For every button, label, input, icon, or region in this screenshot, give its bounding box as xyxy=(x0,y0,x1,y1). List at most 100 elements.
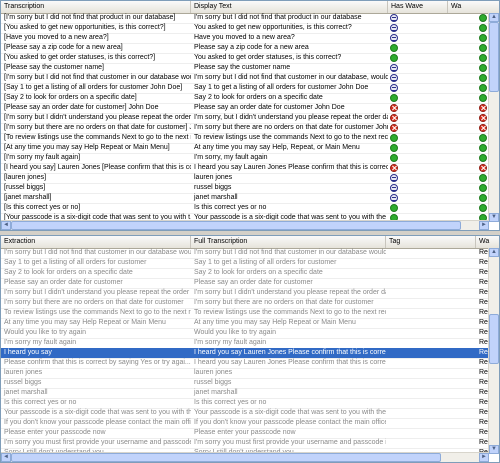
wave-ok-icon[interactable] xyxy=(390,204,398,212)
display-text-cell[interactable]: Say 1 to get a listing of all orders for… xyxy=(191,83,388,93)
display-text-cell[interactable]: Say 2 to look for orders on a specific d… xyxy=(191,93,388,103)
horizontal-scrollbar[interactable]: ◄ ► xyxy=(1,452,489,462)
tag-cell[interactable] xyxy=(386,418,476,428)
tag-cell[interactable] xyxy=(386,268,476,278)
transcription-cell[interactable]: [I'm sorry but I did not find that custo… xyxy=(1,73,191,83)
wave-ok-icon[interactable] xyxy=(479,134,487,142)
extraction-cell[interactable]: I'm sorry but I did not find that custom… xyxy=(1,248,191,258)
full-transcription-cell[interactable]: Please say an order date for customer xyxy=(191,278,386,288)
transcription-cell[interactable]: [janet marshall] xyxy=(1,193,191,203)
full-transcription-cell[interactable]: janet marshall xyxy=(191,388,386,398)
column-header-has-wave[interactable]: Has Wave xyxy=(388,1,448,13)
scroll-down-button[interactable]: ▼ xyxy=(489,213,499,222)
extraction-cell[interactable]: lauren jones xyxy=(1,368,191,378)
transcription-cell[interactable]: [Please say an order date for customer] … xyxy=(1,103,191,113)
transcription-cell[interactable]: [Please say a zip code for a new area] xyxy=(1,43,191,53)
transcription-cell[interactable]: [russel biggs] xyxy=(1,183,191,193)
column-header-wave[interactable]: Wa xyxy=(476,236,496,248)
scroll-left-button[interactable]: ◄ xyxy=(1,453,11,462)
transcription-cell[interactable]: [To review listings use the commands Nex… xyxy=(1,133,191,143)
tag-cell[interactable] xyxy=(386,378,476,388)
full-transcription-cell[interactable]: russel biggs xyxy=(191,378,386,388)
speaker-icon[interactable] xyxy=(390,64,398,72)
column-header-display-text[interactable]: Display Text xyxy=(191,1,388,13)
wave-missing-icon[interactable] xyxy=(390,114,398,122)
transcription-cell[interactable]: [I'm sorry but there are no orders on th… xyxy=(1,123,191,133)
column-header-full-transcription[interactable]: Full Transcription xyxy=(191,236,386,248)
display-text-cell[interactable]: I heard you say Lauren Jones Please conf… xyxy=(191,163,388,173)
display-text-cell[interactable]: I'm sorry, my fault again xyxy=(191,153,388,163)
extraction-cell[interactable]: I'm sorry but there are no orders on tha… xyxy=(1,298,191,308)
full-transcription-cell[interactable]: At any time you may say Help Repeat or M… xyxy=(191,318,386,328)
extraction-cell[interactable]: To review listings use the commands Next… xyxy=(1,308,191,318)
tag-cell[interactable] xyxy=(386,248,476,258)
transcription-cell[interactable]: [You asked to get new opportunities, is … xyxy=(1,23,191,33)
full-transcription-cell[interactable]: I'm sorry but I did not find that custom… xyxy=(191,248,386,258)
wave-ok-icon[interactable] xyxy=(479,34,487,42)
wave-ok-icon[interactable] xyxy=(479,184,487,192)
extraction-cell[interactable]: Your passcode is a six-digit code that w… xyxy=(1,408,191,418)
wave-missing-icon[interactable] xyxy=(390,124,398,132)
extraction-cell[interactable]: Please say an order date for customer xyxy=(1,278,191,288)
speaker-icon[interactable] xyxy=(390,34,398,42)
display-text-cell[interactable]: I'm sorry but I did not find that produc… xyxy=(191,13,388,23)
tag-cell[interactable] xyxy=(386,288,476,298)
full-transcription-cell[interactable]: Say 1 to get a listing of all orders for… xyxy=(191,258,386,268)
scroll-down-button[interactable]: ▼ xyxy=(489,445,499,454)
speaker-icon[interactable] xyxy=(390,14,398,22)
vertical-scrollbar[interactable]: ▲ ▼ xyxy=(488,248,499,454)
speaker-icon[interactable] xyxy=(390,174,398,182)
column-header-transcription[interactable]: Transcription xyxy=(1,1,191,13)
transcription-cell[interactable]: [Is this correct yes or no] xyxy=(1,203,191,213)
display-text-cell[interactable]: Please say the customer name xyxy=(191,63,388,73)
display-text-cell[interactable]: janet marshall xyxy=(191,193,388,203)
extraction-cell[interactable]: Say 2 to look for orders on a specific d… xyxy=(1,268,191,278)
transcription-cell[interactable]: [Say 1 to get a listing of all orders fo… xyxy=(1,83,191,93)
wave-missing-icon[interactable] xyxy=(479,164,487,172)
extraction-cell[interactable]: Is this correct yes or no xyxy=(1,398,191,408)
extraction-cell[interactable]: Say 1 to get a listing of all orders for… xyxy=(1,258,191,268)
full-transcription-cell[interactable]: I'm sorry but there are no orders on tha… xyxy=(191,298,386,308)
wave-missing-icon[interactable] xyxy=(479,124,487,132)
transcription-cell[interactable]: [I'm sorry but I didn't understand you p… xyxy=(1,113,191,123)
wave-ok-icon[interactable] xyxy=(479,44,487,52)
extraction-cell[interactable]: Would you like to try again xyxy=(1,328,191,338)
transcription-cell[interactable]: [Have you moved to a new area?] xyxy=(1,33,191,43)
transcription-cell[interactable]: [lauren jones] xyxy=(1,173,191,183)
wave-ok-icon[interactable] xyxy=(390,134,398,142)
extraction-cell[interactable]: I'm sorry you must first provide your us… xyxy=(1,438,191,448)
transcription-cell[interactable]: [At any time you may say Help Repeat or … xyxy=(1,143,191,153)
tag-cell[interactable] xyxy=(386,398,476,408)
wave-missing-icon[interactable] xyxy=(390,104,398,112)
wave-ok-icon[interactable] xyxy=(479,64,487,72)
extraction-cell[interactable]: I'm sorry but I didn't understand you pl… xyxy=(1,288,191,298)
full-transcription-cell[interactable]: Is this correct yes or no xyxy=(191,398,386,408)
extraction-cell[interactable]: At any time you may say Help Repeat or M… xyxy=(1,318,191,328)
wave-ok-icon[interactable] xyxy=(479,84,487,92)
wave-missing-icon[interactable] xyxy=(390,164,398,172)
wave-ok-icon[interactable] xyxy=(479,174,487,182)
speaker-icon[interactable] xyxy=(390,24,398,32)
column-header-tag[interactable]: Tag xyxy=(386,236,476,248)
scroll-up-button[interactable]: ▲ xyxy=(489,248,499,257)
wave-ok-icon[interactable] xyxy=(479,74,487,82)
tag-cell[interactable] xyxy=(386,328,476,338)
full-transcription-cell[interactable]: lauren jones xyxy=(191,368,386,378)
tag-cell[interactable] xyxy=(386,338,476,348)
full-transcription-cell[interactable]: I'm sorry but I didn't understand you pl… xyxy=(191,288,386,298)
wave-ok-icon[interactable] xyxy=(479,144,487,152)
display-text-cell[interactable]: I'm sorry, but I didn't understand you p… xyxy=(191,113,388,123)
display-text-cell[interactable]: russel biggs xyxy=(191,183,388,193)
display-text-cell[interactable]: To review listings use the commands Next… xyxy=(191,133,388,143)
extraction-cell[interactable]: I'm sorry my fault again xyxy=(1,338,191,348)
scroll-right-button[interactable]: ► xyxy=(479,221,489,230)
extraction-cell[interactable]: If you don't know your passcode please c… xyxy=(1,418,191,428)
wave-ok-icon[interactable] xyxy=(390,154,398,162)
full-transcription-cell[interactable]: Your passcode is a six-digit code that w… xyxy=(191,408,386,418)
horizontal-scrollbar[interactable]: ◄ ► xyxy=(1,220,489,230)
display-text-cell[interactable]: Please say a zip code for a new area xyxy=(191,43,388,53)
extraction-cell[interactable]: Please confirm that this is correct by s… xyxy=(1,358,191,368)
wave-ok-icon[interactable] xyxy=(390,54,398,62)
full-transcription-cell[interactable]: To review listings use the commands Next… xyxy=(191,308,386,318)
full-transcription-cell[interactable]: I'm sorry you must first provide your us… xyxy=(191,438,386,448)
